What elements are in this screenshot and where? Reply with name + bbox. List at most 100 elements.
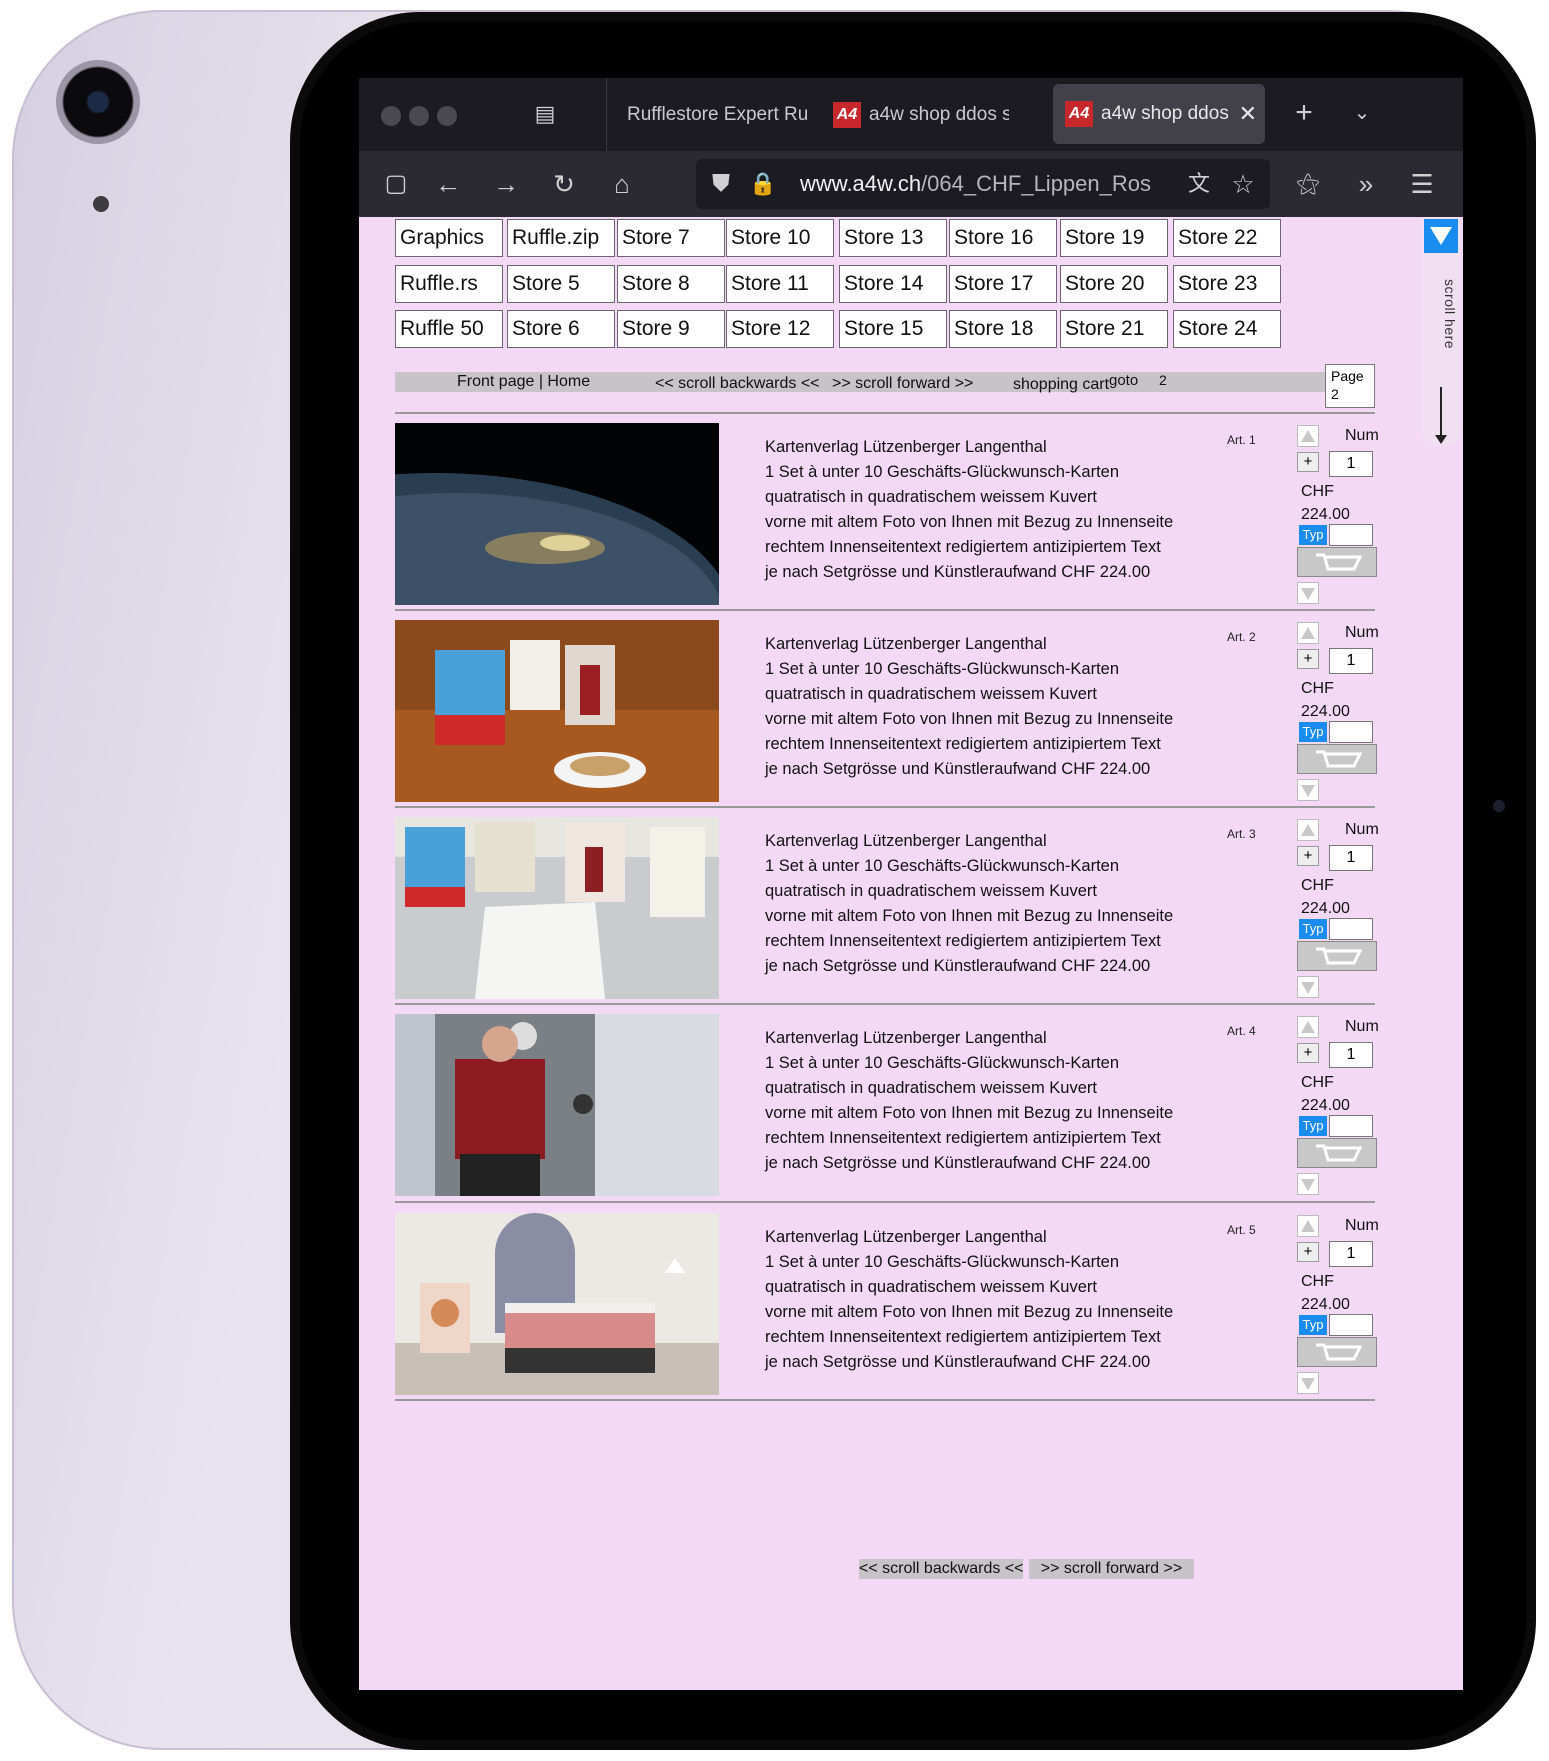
url-bar[interactable]: ⛊ 🔒 www.a4w.ch/064_CHF_Lippen_Ros 文 ☆	[696, 159, 1270, 209]
store-button[interactable]: Store 11	[726, 265, 834, 303]
increment-button[interactable]: +	[1297, 1242, 1319, 1262]
store-button[interactable]: Store 24	[1173, 310, 1281, 348]
product-image[interactable]	[395, 423, 719, 605]
scroll-down-arrow-icon[interactable]	[1297, 976, 1319, 998]
scroll-forward-link[interactable]: >> scroll forward >>	[832, 374, 973, 394]
reload-icon[interactable]: ↻	[547, 169, 581, 199]
description-line: rechtem Innenseitentext redigiertem anti…	[765, 1328, 1161, 1346]
overflow-chevrons-icon[interactable]: »	[1349, 169, 1383, 199]
add-to-cart-button[interactable]	[1297, 744, 1377, 774]
shopping-cart-link[interactable]: shopping cart	[1013, 375, 1109, 395]
typ-input[interactable]	[1329, 1115, 1373, 1137]
increment-button[interactable]: +	[1297, 649, 1319, 669]
close-icon[interactable]: ✕	[1239, 84, 1257, 144]
store-button[interactable]: Store 9	[617, 310, 725, 348]
store-button[interactable]: Store 10	[726, 219, 834, 257]
product-image[interactable]	[395, 1213, 719, 1395]
description-line: 1 Set à unter 10 Geschäfts-Glückwunsch-K…	[765, 1054, 1120, 1072]
store-button[interactable]: Store 12	[726, 310, 834, 348]
scroll-up-arrow-icon[interactable]	[1297, 622, 1319, 644]
store-button[interactable]: Store 14	[839, 265, 947, 303]
sidebar-icon[interactable]: ▢	[379, 169, 413, 199]
scroll-widget[interactable]: scroll here	[1422, 217, 1460, 447]
typ-input[interactable]	[1329, 524, 1373, 546]
quantity-input[interactable]: 1	[1329, 451, 1373, 477]
add-to-cart-button[interactable]	[1297, 1337, 1377, 1367]
typ-input[interactable]	[1329, 918, 1373, 940]
store-button[interactable]: Store 16	[949, 219, 1057, 257]
store-button[interactable]: Store 19	[1060, 219, 1168, 257]
scroll-up-arrow-icon[interactable]	[1297, 425, 1319, 447]
store-button[interactable]: Ruffle 50	[395, 310, 503, 348]
translate-icon[interactable]: 文	[1182, 169, 1216, 199]
menu-icon[interactable]: ☰	[1405, 169, 1439, 199]
shield-icon[interactable]: ⛊	[706, 169, 736, 199]
price-value: 224.00	[1301, 900, 1350, 917]
scroll-down-arrow-icon[interactable]	[1297, 1372, 1319, 1394]
bookmark-star-icon[interactable]: ☆	[1226, 169, 1260, 199]
store-button[interactable]: Graphics	[395, 219, 503, 257]
store-button[interactable]: Store 23	[1173, 265, 1281, 303]
navigation-bar: ▢ ← → ↻ ⌂ ⛊ 🔒 www.a4w.ch/064_CHF_Lippen_…	[359, 151, 1463, 217]
scroll-up-arrow-icon[interactable]	[1297, 1016, 1319, 1038]
page-indicator[interactable]: Page 2	[1325, 364, 1375, 408]
add-to-cart-button[interactable]	[1297, 941, 1377, 971]
increment-button[interactable]: +	[1297, 1043, 1319, 1063]
tab-rufflestore[interactable]: Rufflestore Expert Ru	[627, 78, 807, 151]
store-button[interactable]: Store 6	[507, 310, 615, 348]
lock-icon[interactable]: 🔒	[748, 169, 778, 199]
scroll-backwards-link[interactable]: << scroll backwards <<	[655, 374, 820, 394]
description-line: quatratisch in quadratischem weissem Kuv…	[765, 882, 1097, 900]
store-button[interactable]: Store 13	[839, 219, 947, 257]
scroll-down-arrow-icon[interactable]	[1297, 779, 1319, 801]
store-button[interactable]: Store 8	[617, 265, 725, 303]
back-arrow-icon[interactable]: ←	[431, 169, 465, 199]
goto-label[interactable]: goto	[1109, 372, 1138, 389]
scroll-up-arrow-icon[interactable]	[1297, 1215, 1319, 1237]
store-button[interactable]: Store 15	[839, 310, 947, 348]
description-line: quatratisch in quadratischem weissem Kuv…	[765, 1278, 1097, 1296]
tab-a4w-active[interactable]: A4 a4w shop ddos ✕	[1053, 84, 1265, 144]
quantity-input[interactable]: 1	[1329, 1241, 1373, 1267]
add-to-cart-button[interactable]	[1297, 547, 1377, 577]
scroll-down-arrow-icon[interactable]	[1297, 1173, 1319, 1195]
bottom-scroll-forward-link[interactable]: >> scroll forward >>	[1029, 1559, 1194, 1579]
forward-arrow-icon[interactable]: →	[489, 169, 523, 199]
add-to-cart-button[interactable]	[1297, 1138, 1377, 1168]
store-button[interactable]: Store 18	[949, 310, 1057, 348]
store-button[interactable]: Store 7	[617, 219, 725, 257]
increment-button[interactable]: +	[1297, 452, 1319, 472]
quantity-input[interactable]: 1	[1329, 845, 1373, 871]
window-close-dot[interactable]	[381, 106, 401, 126]
store-button[interactable]: Store 20	[1060, 265, 1168, 303]
product-image[interactable]	[395, 620, 719, 802]
window-minimize-dot[interactable]	[409, 106, 429, 126]
window-zoom-dot[interactable]	[437, 106, 457, 126]
scroll-up-arrow-icon[interactable]	[1297, 819, 1319, 841]
store-button[interactable]: Ruffle.rs	[395, 265, 503, 303]
quantity-input[interactable]: 1	[1329, 648, 1373, 674]
new-tab-icon[interactable]: +	[1289, 98, 1319, 128]
typ-input[interactable]	[1329, 1314, 1373, 1336]
quantity-input[interactable]: 1	[1329, 1042, 1373, 1068]
scroll-down-arrow-icon[interactable]	[1424, 219, 1458, 253]
increment-button[interactable]: +	[1297, 846, 1319, 866]
description-line: je nach Setgrösse und Künstleraufwand CH…	[765, 1353, 1151, 1371]
url-text[interactable]: www.a4w.ch/064_CHF_Lippen_Ros	[800, 159, 1170, 209]
chevron-down-icon[interactable]: ⌄	[1347, 98, 1377, 128]
bottom-scroll-backwards-link[interactable]: << scroll backwards <<	[859, 1559, 1024, 1579]
home-icon[interactable]: ⌂	[605, 169, 639, 199]
product-image[interactable]	[395, 1014, 719, 1196]
typ-input[interactable]	[1329, 721, 1373, 743]
front-page-link[interactable]: Front page | Home	[457, 372, 590, 392]
store-button[interactable]: Store 22	[1173, 219, 1281, 257]
store-button[interactable]: Store 21	[1060, 310, 1168, 348]
product-image[interactable]	[395, 817, 719, 999]
store-button[interactable]: Store 5	[507, 265, 615, 303]
store-button[interactable]: Ruffle.zip	[507, 219, 615, 257]
extensions-icon[interactable]: ⚝	[1291, 169, 1325, 199]
scroll-down-arrow-icon[interactable]	[1297, 582, 1319, 604]
tab-a4w-1[interactable]: A4 a4w shop ddos s	[833, 78, 1009, 151]
store-button[interactable]: Store 17	[949, 265, 1057, 303]
tab-overview-icon[interactable]: ▤	[530, 99, 560, 129]
